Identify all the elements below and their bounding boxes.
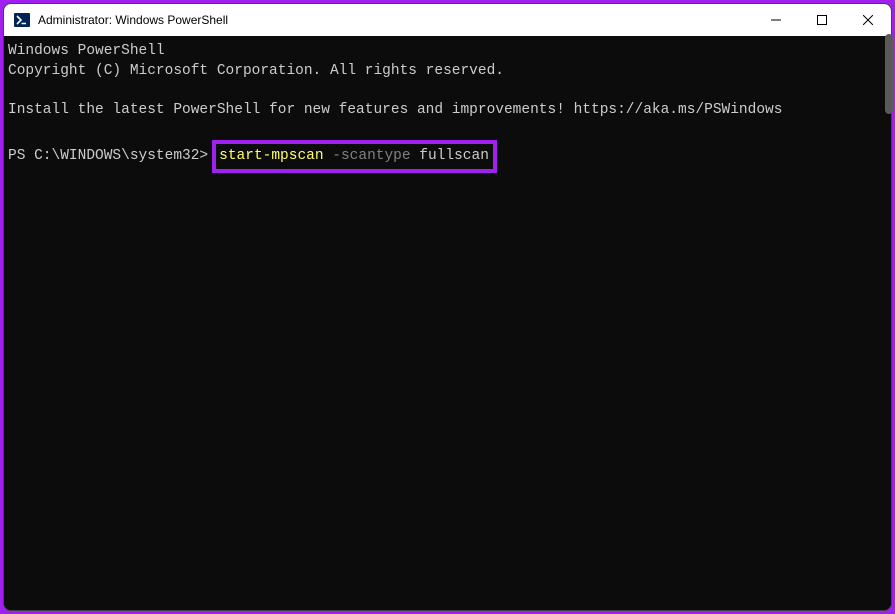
blank-line <box>8 81 887 101</box>
command-cmdlet: start-mpscan <box>219 147 323 167</box>
command-value: fullscan <box>411 147 489 167</box>
prompt-line: PS C:\WINDOWS\system32> start-mpscan -sc… <box>8 140 887 174</box>
maximize-button[interactable] <box>799 4 845 36</box>
titlebar[interactable]: Administrator: Windows PowerShell <box>4 4 891 36</box>
command-highlight-box: start-mpscan -scantype fullscan <box>212 140 497 174</box>
prompt-text: PS C:\WINDOWS\system32> <box>8 147 208 167</box>
powershell-window: Administrator: Windows PowerShell Window… <box>3 3 892 611</box>
terminal-area[interactable]: Windows PowerShell Copyright (C) Microso… <box>4 36 891 610</box>
powershell-icon <box>14 12 30 28</box>
window-title: Administrator: Windows PowerShell <box>38 13 753 27</box>
terminal-output-line: Install the latest PowerShell for new fe… <box>8 101 887 121</box>
terminal-output-line: Copyright (C) Microsoft Corporation. All… <box>8 62 887 82</box>
window-controls <box>753 4 891 36</box>
blank-line <box>8 120 887 140</box>
minimize-button[interactable] <box>753 4 799 36</box>
terminal-output-line: Windows PowerShell <box>8 42 887 62</box>
command-parameter: -scantype <box>324 147 411 167</box>
scrollbar-thumb[interactable] <box>885 34 892 114</box>
scrollbar-track[interactable] <box>881 32 892 611</box>
